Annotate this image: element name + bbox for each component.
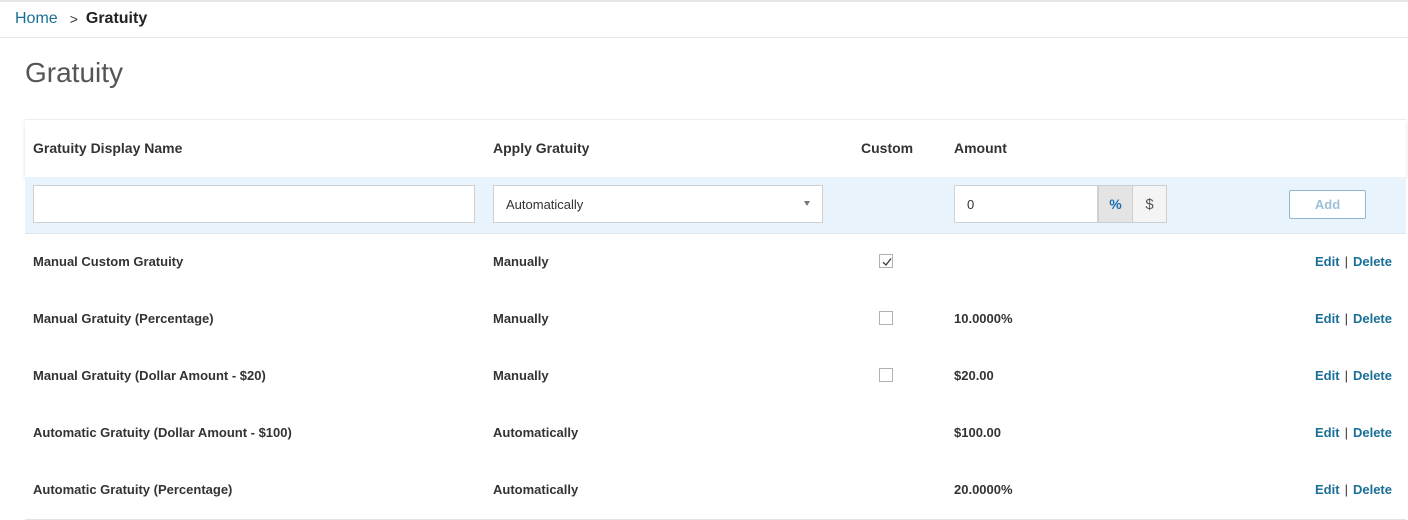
apply-gratuity-select[interactable]: Automatically xyxy=(493,185,823,223)
delete-link[interactable]: Delete xyxy=(1353,254,1392,269)
edit-link[interactable]: Edit xyxy=(1315,254,1340,269)
action-separator: | xyxy=(1344,368,1348,383)
breadcrumb-separator: > xyxy=(69,11,78,27)
custom-checkbox[interactable] xyxy=(879,254,893,268)
delete-link[interactable]: Delete xyxy=(1353,311,1392,326)
apply-gratuity-selected: Automatically xyxy=(506,196,584,212)
row-name: Automatic Gratuity (Dollar Amount - $100… xyxy=(33,425,292,440)
page-title: Gratuity xyxy=(25,57,124,88)
row-apply: Manually xyxy=(493,311,549,326)
row-name: Automatic Gratuity (Percentage) xyxy=(33,482,233,497)
breadcrumb: Home > Gratuity xyxy=(15,10,147,28)
gratuity-name-input[interactable] xyxy=(33,185,475,223)
edit-link[interactable]: Edit xyxy=(1315,482,1340,497)
custom-checkbox[interactable] xyxy=(879,368,893,382)
row-actions: Edit | Delete xyxy=(1315,425,1392,440)
table-row: Automatic Gratuity (Dollar Amount - $100… xyxy=(25,405,1406,463)
table-row: Automatic Gratuity (Percentage) Automati… xyxy=(25,462,1406,520)
row-apply: Manually xyxy=(493,368,549,383)
breadcrumb-current: Gratuity xyxy=(85,10,148,27)
row-actions: Edit | Delete xyxy=(1315,254,1392,269)
row-actions: Edit | Delete xyxy=(1315,311,1392,326)
action-separator: | xyxy=(1344,311,1348,326)
row-name: Manual Custom Gratuity xyxy=(33,254,184,269)
unit-dollar-button[interactable]: $ xyxy=(1132,185,1167,223)
delete-link[interactable]: Delete xyxy=(1353,482,1392,497)
edit-link[interactable]: Edit xyxy=(1315,311,1340,326)
table-row: Manual Gratuity (Dollar Amount - $20) Ma… xyxy=(25,348,1406,406)
row-amount: $20.00 xyxy=(954,368,994,383)
row-name: Manual Gratuity (Dollar Amount - $20) xyxy=(33,368,266,383)
header-apply-gratuity: Apply Gratuity xyxy=(493,140,590,156)
header-display-name: Gratuity Display Name xyxy=(33,140,183,156)
edit-link[interactable]: Edit xyxy=(1315,368,1340,383)
table-row: Manual Gratuity (Percentage) Manually 10… xyxy=(25,291,1406,349)
header-custom: Custom xyxy=(861,140,914,156)
unit-percent-button[interactable]: % xyxy=(1098,185,1133,223)
custom-checkbox[interactable] xyxy=(879,311,893,325)
caret-down-icon xyxy=(804,201,810,206)
row-apply: Automatically xyxy=(493,482,579,497)
amount-input[interactable] xyxy=(954,185,1098,223)
row-amount: $100.00 xyxy=(954,425,1001,440)
edit-link[interactable]: Edit xyxy=(1315,425,1340,440)
row-apply: Manually xyxy=(493,254,549,269)
row-amount: 10.0000% xyxy=(954,311,1013,326)
add-button[interactable]: Add xyxy=(1289,190,1366,219)
action-separator: | xyxy=(1344,425,1348,440)
checkmark-icon xyxy=(882,258,892,267)
add-gratuity-row: Automatically % $ Add xyxy=(25,177,1406,234)
action-separator: | xyxy=(1344,254,1348,269)
delete-link[interactable]: Delete xyxy=(1353,368,1392,383)
delete-link[interactable]: Delete xyxy=(1353,425,1392,440)
row-name: Manual Gratuity (Percentage) xyxy=(33,311,214,326)
breadcrumb-home-link[interactable]: Home xyxy=(15,10,58,28)
action-separator: | xyxy=(1344,482,1348,497)
top-border xyxy=(0,0,1408,2)
header-divider xyxy=(0,37,1408,38)
row-apply: Automatically xyxy=(493,425,579,440)
row-actions: Edit | Delete xyxy=(1315,482,1392,497)
row-amount: 20.0000% xyxy=(954,482,1013,497)
row-actions: Edit | Delete xyxy=(1315,368,1392,383)
header-amount: Amount xyxy=(954,140,1007,156)
table-header: Gratuity Display Name Apply Gratuity Cus… xyxy=(25,119,1406,177)
table-row: Manual Custom Gratuity Manually Edit | Del… xyxy=(25,234,1406,292)
